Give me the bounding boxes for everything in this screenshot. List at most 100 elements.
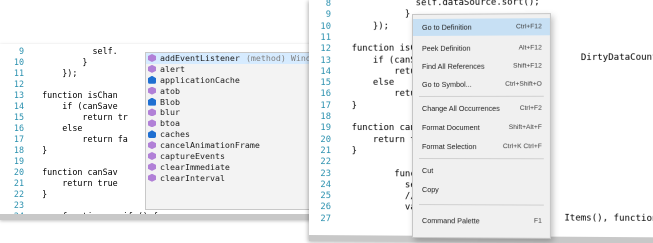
menu-item-label: Find All References [421, 61, 485, 71]
code-text: function canSav [32, 167, 118, 177]
menu-item-label: Go to Symbol... [421, 79, 472, 89]
menu-item-shortcut: Ctrl+F2 [519, 104, 542, 112]
right-code-line: 11 [309, 33, 341, 44]
line-number: 26 [320, 202, 331, 213]
variable-icon [148, 75, 156, 84]
code-text: return fa [32, 134, 128, 144]
suggestion-label: cancelAnimationFrame [160, 140, 260, 151]
left-code-line: 9 self. [0, 46, 118, 57]
line-number: 15 [13, 112, 24, 122]
left-code-line: 14 if (canSave [0, 101, 118, 112]
suggestion-item-cancelanimationframe[interactable]: cancelAnimationFrame [146, 140, 323, 151]
line-number: 21 [13, 178, 24, 188]
menu-item-label: Peek Definition [421, 43, 471, 53]
menu-item-shortcut: Alt+F12 [518, 44, 542, 52]
right-code-line: 9 } [309, 10, 411, 22]
right-code-line: 16 return [309, 89, 426, 101]
suggestion-label: clearImmediate [160, 161, 230, 172]
menu-item-label: Format Document [421, 122, 480, 133]
menu-item-peek-definition[interactable]: Peek Definition Alt+F12 [413, 39, 550, 57]
suggestion-label: addEventListener [160, 53, 240, 63]
menu-item-command-palette[interactable]: Command Palette F1 [413, 212, 550, 230]
method-icon [148, 86, 156, 95]
line-number: 16 [320, 89, 331, 100]
menu-item-find-all-references[interactable]: Find All References Shift+F12 [413, 57, 550, 75]
menu-item-go-to-symbol[interactable]: Go to Symbol... Ctrl+Shift+O [413, 76, 550, 93]
suggestion-label: applicationCache [160, 74, 240, 85]
line-number: 18 [320, 111, 331, 123]
right-code-line: 22 [309, 157, 341, 168]
line-number: 11 [320, 32, 331, 43]
line-number: 9 [18, 46, 24, 56]
code-text: return tr [32, 112, 128, 122]
suggestion-list[interactable]: addEventListener(method) Window.addEvale… [145, 52, 323, 210]
right-code-fragment-13: DirtyDataCount() > ( [580, 52, 653, 64]
right-code-line: 14 return [309, 66, 426, 78]
code-text: } [341, 145, 357, 156]
suggestion-item-btoa[interactable]: btoa [146, 118, 323, 129]
line-number: 14 [320, 66, 331, 77]
method-icon [148, 64, 156, 73]
right-code-line: 21 } [309, 146, 357, 157]
variable-icon [148, 97, 156, 106]
menu-item-shortcut: Ctrl+K Ctrl+F [502, 143, 542, 151]
right-code-line: 12 function isCh [309, 44, 421, 56]
suggestion-item-alert[interactable]: alert [146, 64, 323, 75]
right-code-line: 8 self.dataSource.sort(); [309, 0, 540, 10]
menu-item-label: Copy [421, 185, 439, 195]
suggestion-item-captureevents[interactable]: captureEvents [146, 151, 323, 162]
method-icon [148, 54, 156, 62]
suggestion-label: blur [160, 107, 180, 118]
code-text: if (canSa [341, 55, 422, 66]
menu-item-change-all-occurrences[interactable]: Change All Occurrences Ctrl+F2 [413, 100, 550, 117]
line-number: 11 [13, 68, 24, 78]
line-number: 9 [325, 10, 331, 21]
suggestion-item-addeventlistener[interactable]: addEventListener(method) Window.addEv [146, 53, 323, 64]
code-text: else [341, 77, 395, 89]
suggestion-item-clearinterval[interactable]: clearInterval [146, 173, 323, 184]
suggestion-item-applicationcache[interactable]: applicationCache [146, 75, 323, 86]
suggestion-item-blob[interactable]: Blob [146, 97, 323, 108]
menu-item-copy[interactable]: Copy [413, 181, 550, 199]
line-number: 23 [320, 168, 331, 179]
left-code-line: 21 return true [0, 178, 118, 189]
menu-item-shortcut: Ctrl+F12 [516, 23, 542, 31]
menu-item-format-selection[interactable]: Format Selection Ctrl+K Ctrl+F [413, 138, 550, 155]
suggestion-item-atob[interactable]: atob [146, 86, 323, 97]
code-text: function isCh [341, 43, 422, 55]
suggestion-item-caches[interactable]: caches [146, 129, 323, 140]
suggestion-item-clearimmediate[interactable]: clearImmediate [146, 162, 323, 173]
code-text: function isChan [32, 90, 118, 100]
right-code-line: 25 //pk [309, 191, 426, 203]
menu-item-format-document[interactable]: Format Document Shift+Alt+F [413, 119, 550, 136]
menu-item-cut[interactable]: Cut [413, 162, 550, 179]
line-number: 18 [13, 145, 24, 155]
suggestion-item-blur[interactable]: blur [146, 107, 323, 118]
code-text: self.dataSource.sort(); [341, 0, 540, 9]
line-number: 12 [320, 44, 331, 55]
method-icon [148, 119, 156, 128]
code-text: } [32, 189, 48, 199]
menu-item-go-to-definition[interactable]: Go to Definition Ctrl+F12 [412, 18, 550, 36]
code-text: }); [32, 68, 78, 78]
line-number: 19 [13, 156, 24, 166]
code-text: } [32, 145, 48, 155]
menu-separator [418, 204, 544, 206]
menu-item-label: Cut [421, 166, 434, 176]
line-number: 17 [13, 134, 24, 144]
variable-icon [148, 130, 156, 139]
line-number: 22 [13, 189, 24, 199]
right-code-fragment-26: Items(), function (c [564, 213, 653, 225]
menu-item-shortcut: Ctrl+Shift+O [505, 80, 542, 88]
right-code-line: 17 } [309, 101, 357, 112]
right-code-line: 20 return tr [309, 135, 421, 146]
code-text: }); [341, 21, 389, 32]
menu-item-shortcut: Shift+F12 [513, 62, 542, 70]
left-code-line: 15 return tr [0, 112, 128, 123]
left-horizontal-scrollbar[interactable] [0, 214, 323, 220]
suggestion-label: clearInterval [160, 172, 225, 183]
line-number: 13 [13, 90, 24, 100]
suggestion-label: Blob [160, 96, 180, 107]
line-number: 13 [320, 55, 331, 66]
left-code-line: 20 function canSav [0, 167, 118, 178]
